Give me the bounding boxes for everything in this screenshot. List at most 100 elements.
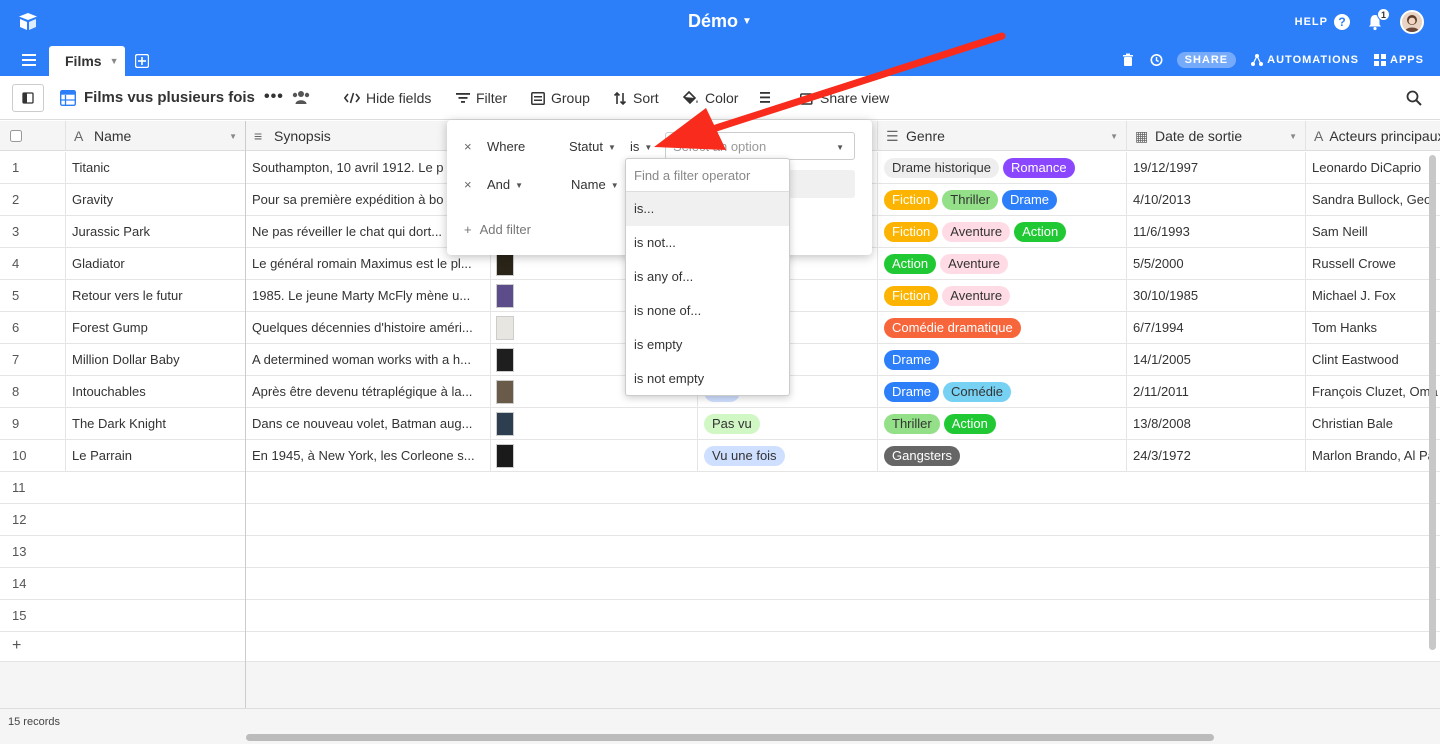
operator-option[interactable]: is any of... [626, 260, 789, 294]
genre-cell[interactable]: Fiction Aventure [878, 280, 1127, 312]
actors-cell[interactable]: François Cluzet, Oma [1306, 376, 1440, 408]
poster-thumbnail[interactable] [496, 348, 514, 372]
table-row[interactable]: 10 Le Parrain En 1945, à New York, les Cor… [0, 440, 1440, 472]
genre-cell[interactable]: Drame historique Romance [878, 152, 1127, 184]
operator-option[interactable]: is not empty [626, 362, 789, 396]
share-button[interactable]: SHARE [1176, 52, 1237, 68]
synopsis-cell[interactable]: Quelques décennies d'histoire améri... [246, 312, 491, 344]
date-cell[interactable]: 11/6/1993 [1127, 216, 1306, 248]
chevron-down-icon[interactable]: ▼ [1110, 132, 1118, 141]
row-height-icon[interactable] [760, 91, 774, 104]
num-cell[interactable]: 2 [0, 184, 66, 216]
poster-cell[interactable] [491, 440, 698, 472]
automations-button[interactable]: AUTOMATIONS [1250, 53, 1359, 67]
add-record-button[interactable]: + [0, 632, 66, 664]
search-icon[interactable] [1406, 90, 1422, 106]
actors-cell[interactable]: Sam Neill [1306, 216, 1440, 248]
num-cell[interactable]: 5 [0, 280, 66, 312]
poster-thumbnail[interactable] [496, 444, 514, 468]
poster-cell[interactable] [491, 408, 698, 440]
color-button[interactable]: Color [683, 90, 738, 106]
add-record-row[interactable]: + [0, 632, 1440, 662]
add-filter-button[interactable]: + Add filter [464, 222, 539, 237]
date-cell[interactable]: 13/8/2008 [1127, 408, 1306, 440]
view-more-button[interactable]: ••• [264, 88, 284, 106]
sort-button[interactable]: Sort [613, 90, 659, 106]
empty-row[interactable]: 11 [0, 472, 1440, 504]
trash-icon[interactable] [1121, 53, 1135, 67]
hide-fields-button[interactable]: Hide fields [344, 90, 431, 106]
num-cell[interactable]: 7 [0, 344, 66, 376]
operator-option[interactable]: is not... [626, 226, 789, 260]
help-icon[interactable]: ? [1334, 14, 1350, 30]
num-cell[interactable]: 3 [0, 216, 66, 248]
empty-row[interactable]: 12 [0, 504, 1440, 536]
synopsis-cell[interactable]: Après être devenu tétraplégique à la... [246, 376, 491, 408]
genre-cell[interactable]: Drame Comédie [878, 376, 1127, 408]
name-cell[interactable]: Retour vers le futur [66, 280, 246, 312]
name-cell[interactable]: Million Dollar Baby [66, 344, 246, 376]
column-header-name[interactable]: A Name ▼ [66, 121, 246, 151]
name-cell[interactable]: Titanic [66, 152, 246, 184]
num-cell[interactable]: 10 [0, 440, 66, 472]
poster-thumbnail[interactable] [496, 316, 514, 340]
poster-thumbnail[interactable] [496, 284, 514, 308]
actors-cell[interactable]: Christian Bale [1306, 408, 1440, 440]
operator-option[interactable]: is empty [626, 328, 789, 362]
genre-cell[interactable]: Comédie dramatique [878, 312, 1127, 344]
name-cell[interactable]: Le Parrain [66, 440, 246, 472]
operator-option[interactable]: is none of... [626, 294, 789, 328]
horizontal-scrollbar[interactable] [246, 734, 1214, 741]
genre-cell[interactable]: Thriller Action [878, 408, 1127, 440]
filter-button[interactable]: Filter [456, 90, 507, 106]
user-avatar[interactable] [1400, 10, 1424, 34]
table-row[interactable]: 9 The Dark Knight Dans ce nouveau volet, B… [0, 408, 1440, 440]
collaborators-icon[interactable] [292, 90, 310, 104]
num-cell[interactable]: 1 [0, 152, 66, 184]
actors-cell[interactable]: Michael J. Fox [1306, 280, 1440, 312]
filter-field-select[interactable]: Name ▼ [571, 177, 619, 192]
empty-row[interactable]: 14 [0, 568, 1440, 600]
genre-cell[interactable]: Fiction Thriller Drame [878, 184, 1127, 216]
synopsis-cell[interactable]: En 1945, à New York, les Corleone s... [246, 440, 491, 472]
status-cell[interactable]: Pas vu [698, 408, 878, 440]
history-icon[interactable] [1149, 53, 1163, 67]
remove-filter-button[interactable]: × [464, 177, 472, 192]
synopsis-cell[interactable]: 1985. Le jeune Marty McFly mène u... [246, 280, 491, 312]
actors-cell[interactable]: Leonardo DiCaprio [1306, 152, 1440, 184]
remove-filter-button[interactable]: × [464, 139, 472, 154]
actors-cell[interactable]: Clint Eastwood [1306, 344, 1440, 376]
name-cell[interactable]: Intouchables [66, 376, 246, 408]
name-cell[interactable]: Jurassic Park [66, 216, 246, 248]
views-sidebar-toggle[interactable] [12, 84, 44, 112]
empty-row[interactable]: 15 [0, 600, 1440, 632]
checkbox-icon[interactable] [10, 130, 22, 142]
view-name[interactable]: Films vus plusieurs fois [60, 89, 255, 106]
hamburger-menu-icon[interactable] [22, 54, 36, 66]
num-cell[interactable]: 9 [0, 408, 66, 440]
poster-thumbnail[interactable] [496, 380, 514, 404]
filter-value-select[interactable]: Select an option ▼ [665, 132, 855, 160]
add-table-icon[interactable] [135, 54, 149, 68]
poster-thumbnail[interactable] [496, 252, 514, 276]
filter-operator-select[interactable]: is ▼ [630, 139, 652, 154]
group-button[interactable]: Group [531, 90, 590, 106]
genre-cell[interactable]: Gangsters [878, 440, 1127, 472]
date-cell[interactable]: 2/11/2011 [1127, 376, 1306, 408]
date-cell[interactable]: 30/10/1985 [1127, 280, 1306, 312]
column-header-date[interactable]: ▦ Date de sortie ▼ [1127, 121, 1306, 151]
actors-cell[interactable]: Russell Crowe [1306, 248, 1440, 280]
num-cell[interactable]: 4 [0, 248, 66, 280]
operator-option[interactable]: is... [626, 192, 789, 226]
column-header-actors[interactable]: A Acteurs principaux [1306, 121, 1440, 151]
filter-field-select[interactable]: Statut ▼ [569, 139, 616, 154]
date-cell[interactable]: 14/1/2005 [1127, 344, 1306, 376]
name-cell[interactable]: Gravity [66, 184, 246, 216]
empty-row[interactable]: 13 [0, 536, 1440, 568]
chevron-down-icon[interactable]: ▼ [1289, 132, 1297, 141]
actors-cell[interactable]: Tom Hanks [1306, 312, 1440, 344]
synopsis-cell[interactable]: Dans ce nouveau volet, Batman aug... [246, 408, 491, 440]
vertical-scrollbar[interactable] [1429, 155, 1436, 650]
genre-cell[interactable]: Fiction Aventure Action [878, 216, 1127, 248]
status-cell[interactable]: Vu une fois [698, 440, 878, 472]
